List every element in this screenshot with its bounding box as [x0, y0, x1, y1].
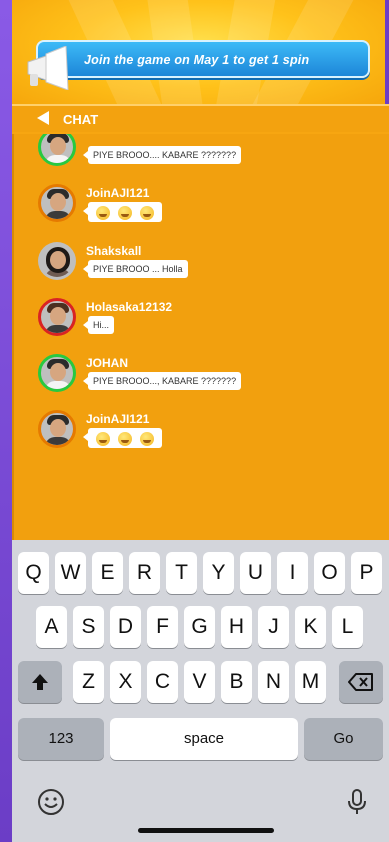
key-v[interactable]: V [184, 661, 215, 703]
key-s[interactable]: S [73, 606, 104, 648]
chat-bubble: PIYE BROOO.... KABARE ??????? [82, 146, 242, 164]
key-f[interactable]: F [147, 606, 178, 648]
key-t[interactable]: T [166, 552, 197, 594]
avatar[interactable] [38, 354, 76, 392]
left-edge [0, 0, 12, 842]
numbers-key[interactable]: 123 [18, 718, 104, 760]
key-u[interactable]: U [240, 552, 271, 594]
key-m[interactable]: M [295, 661, 326, 703]
key-l[interactable]: L [332, 606, 363, 648]
on-screen-keyboard: Q W E R T Y U I O P A S D F G H J K L Z … [12, 540, 389, 842]
key-o[interactable]: O [314, 552, 345, 594]
space-key[interactable]: space [110, 718, 298, 760]
avatar[interactable] [38, 184, 76, 222]
chat-username: Shakskall [86, 244, 142, 258]
chat-username: Holasaka12132 [86, 300, 173, 314]
key-d[interactable]: D [110, 606, 141, 648]
laughing-emoji-icon [96, 431, 110, 446]
key-i[interactable]: I [277, 552, 308, 594]
key-h[interactable]: H [221, 606, 252, 648]
chat-username: JoinAJI121 [86, 186, 150, 200]
chat-message-area[interactable]: PIYE BROOO.... KABARE ??????? JoinAJI121… [12, 134, 389, 554]
key-y[interactable]: Y [203, 552, 234, 594]
laughing-emoji-icon [140, 431, 154, 446]
home-indicator [138, 828, 274, 833]
megaphone-icon [27, 46, 69, 90]
avatar[interactable] [38, 242, 76, 280]
chat-title: CHAT [63, 112, 99, 127]
key-c[interactable]: C [147, 661, 178, 703]
go-key[interactable]: Go [304, 718, 383, 760]
chat-header: CHAT [12, 106, 389, 132]
promo-banner[interactable]: Join the game on May 1 to get 1 spin [36, 40, 370, 78]
chat-username: JOHAN [86, 356, 129, 370]
chat-message: JOHAN PIYE BROOO..., KABARE ??????? [36, 354, 376, 404]
key-x[interactable]: X [110, 661, 141, 703]
key-z[interactable]: Z [73, 661, 104, 703]
chat-username: JoinAJI121 [86, 412, 150, 426]
key-k[interactable]: K [295, 606, 326, 648]
emoji-bubble [83, 428, 162, 448]
emoji-bubble [83, 202, 162, 222]
laughing-emoji-icon [118, 205, 132, 220]
chat-panel: CHAT PIYE BROOO.... KABARE ??????? JoinA… [12, 104, 389, 556]
shift-key[interactable] [18, 661, 62, 703]
backspace-key[interactable] [339, 661, 383, 703]
laughing-emoji-icon [118, 431, 132, 446]
avatar[interactable] [38, 134, 76, 166]
avatar[interactable] [38, 410, 76, 448]
chat-bubble: PIYE BROOO ... Holla [83, 260, 188, 278]
key-n[interactable]: N [258, 661, 289, 703]
key-b[interactable]: B [221, 661, 252, 703]
laughing-emoji-icon [96, 205, 110, 220]
chat-message: JoinAJI121 [36, 184, 376, 234]
microphone-icon[interactable] [342, 787, 372, 817]
chat-message: PIYE BROOO.... KABARE ??????? [36, 134, 376, 178]
chat-message: Shakskall PIYE BROOO ... Holla [36, 242, 376, 292]
chat-message: JoinAJI121 [36, 410, 376, 460]
key-q[interactable]: Q [18, 552, 49, 594]
promo-banner-text: Join the game on May 1 to get 1 spin [84, 53, 310, 67]
avatar[interactable] [38, 298, 76, 336]
key-g[interactable]: G [184, 606, 215, 648]
key-w[interactable]: W [55, 552, 86, 594]
chat-bubble: Hi... [82, 316, 115, 334]
key-a[interactable]: A [36, 606, 67, 648]
laughing-emoji-icon [140, 205, 154, 220]
key-p[interactable]: P [351, 552, 382, 594]
back-arrow-icon[interactable] [35, 110, 51, 126]
message-list: PIYE BROOO.... KABARE ??????? JoinAJI121… [14, 134, 389, 554]
chat-message: Holasaka12132 Hi... [36, 298, 376, 348]
emoji-icon[interactable] [36, 787, 66, 817]
key-e[interactable]: E [92, 552, 123, 594]
chat-bubble: PIYE BROOO..., KABARE ??????? [82, 372, 242, 390]
key-j[interactable]: J [258, 606, 289, 648]
shift-icon [32, 674, 48, 690]
key-r[interactable]: R [129, 552, 160, 594]
backspace-icon [348, 673, 373, 691]
